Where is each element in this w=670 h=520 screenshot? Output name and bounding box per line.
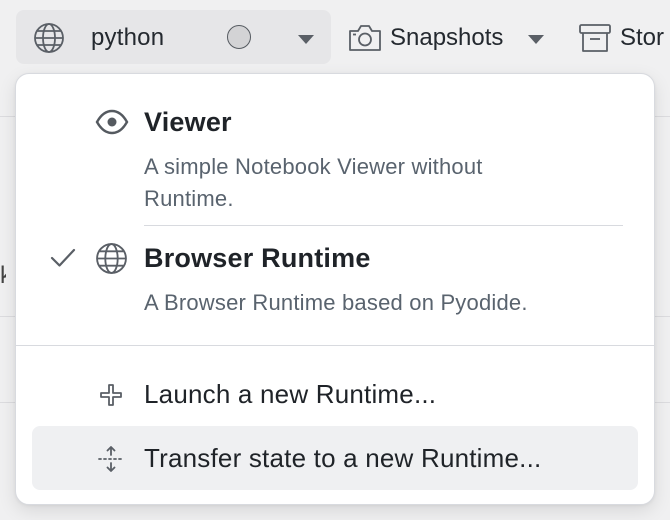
- transfer-icon: [98, 446, 124, 472]
- option-description: A Browser Runtime based on Pyodide.: [144, 290, 528, 315]
- runtime-option-browser-runtime[interactable]: Browser Runtime A Browser Runtime based …: [16, 226, 654, 346]
- chevron-down-icon: [528, 35, 544, 44]
- runtime-status-indicator: [227, 25, 251, 49]
- option-description: A simple Notebook Viewer without Runtime…: [144, 154, 483, 211]
- eye-icon: [95, 109, 129, 135]
- archive-icon: [579, 24, 611, 52]
- store-button[interactable]: Stor: [578, 18, 670, 58]
- menu-section-divider: [16, 345, 654, 346]
- runtime-name: python: [91, 24, 165, 51]
- snapshots-label: Snapshots: [390, 24, 504, 51]
- snapshots-button[interactable]: Snapshots: [348, 18, 558, 58]
- launch-runtime-label: Launch a new Runtime...: [144, 379, 437, 409]
- transfer-state-label: Transfer state to a new Runtime...: [144, 443, 542, 473]
- launch-runtime-action[interactable]: Launch a new Runtime...: [32, 362, 638, 426]
- chevron-down-icon: [298, 35, 314, 44]
- checkmark-icon: [50, 248, 76, 267]
- runtime-option-viewer[interactable]: Viewer A simple Notebook Viewer without …: [16, 74, 654, 224]
- store-label: Stor: [620, 24, 665, 51]
- notebook-toolbar: python Snapshots Stor: [0, 0, 670, 74]
- runtime-dropdown-menu: Viewer A simple Notebook Viewer without …: [15, 73, 655, 505]
- transfer-state-action[interactable]: Transfer state to a new Runtime...: [32, 426, 638, 490]
- plus-icon: [100, 384, 122, 406]
- camera-icon: [349, 25, 381, 51]
- option-title: Viewer: [144, 107, 232, 137]
- globe-icon: [34, 23, 64, 53]
- runtime-selector-button[interactable]: python: [16, 10, 331, 64]
- background-text-fragment: k: [0, 262, 6, 289]
- option-title: Browser Runtime: [144, 243, 371, 273]
- globe-icon: [96, 243, 127, 274]
